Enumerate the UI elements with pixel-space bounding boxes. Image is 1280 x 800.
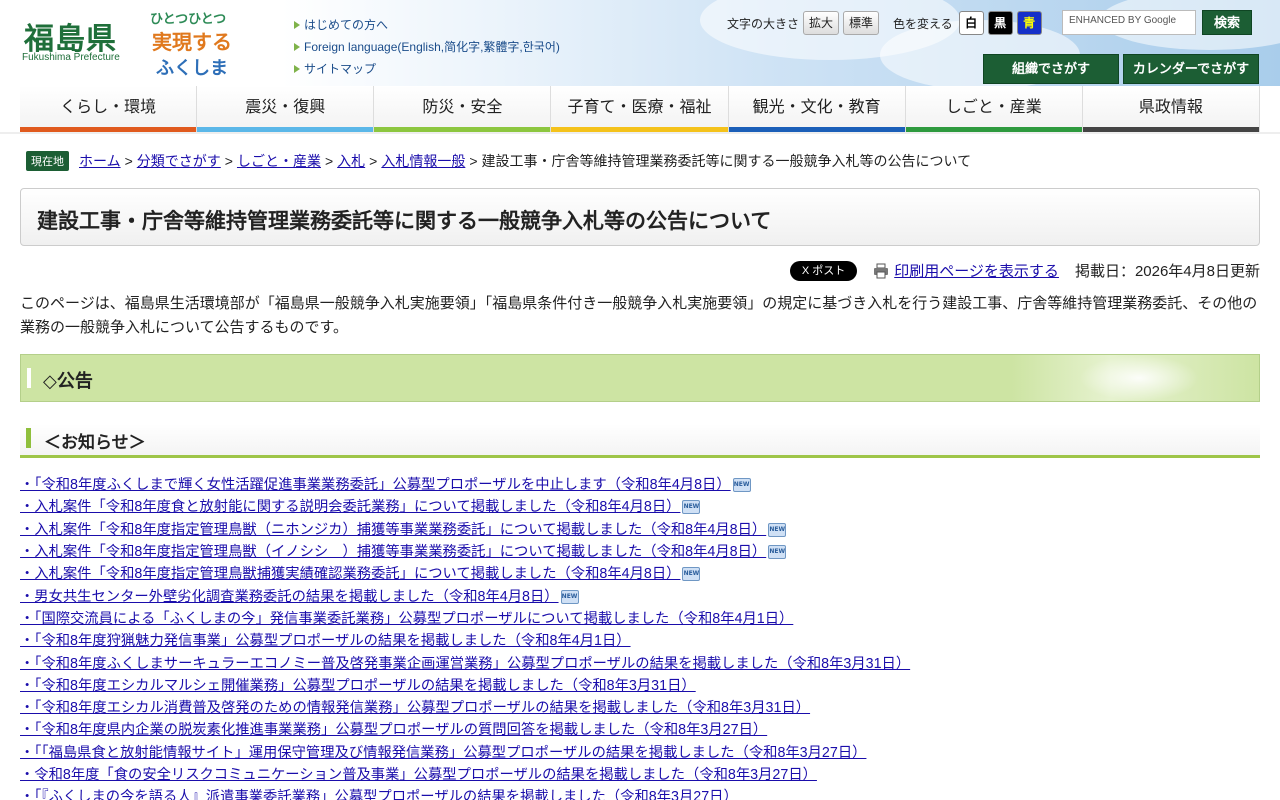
breadcrumb-separator: > — [369, 153, 378, 169]
breadcrumb-separator: > — [469, 153, 478, 169]
breadcrumb-badge: 現在地 — [26, 151, 69, 171]
notice-link[interactable]: ・「令和8年度エシカルマルシェ開催業務」公募型プロポーザルの結果を掲載しました（… — [20, 675, 696, 697]
heading-decoration — [1079, 355, 1199, 401]
notice-item: ・「令和8年度狩猟魅力発信事業」公募型プロポーザルの結果を掲載しました（令和8年… — [20, 630, 1260, 652]
nav-divider — [0, 132, 1280, 134]
notice-link[interactable]: ・「「福島県食と放射能情報サイト」運用保守管理及び情報発信業務」公募型プロポーザ… — [20, 742, 866, 764]
notice-link[interactable]: ・「国際交流員による「ふくしまの今」発信事業委託業務」公募型プロポーザルについて… — [20, 608, 793, 630]
global-nav-item[interactable]: 県政情報 — [1082, 86, 1260, 132]
published-date: 掲載日：2026年4月8日更新 — [1074, 263, 1260, 280]
breadcrumb-home-link[interactable]: ホーム — [79, 151, 121, 171]
notice-item: ・「令和8年度ふくしまサーキュラーエコノミー普及啓発事業企画運営業務」公募型プロ… — [20, 652, 1260, 674]
global-nav-item[interactable]: 子育て・医療・福祉 — [551, 86, 729, 132]
notice-item: ・「『ふくしまの今を語る人』派遣事業委託業務」公募型プロポーザルの結果を掲載しま… — [20, 786, 1260, 800]
color-blue-button[interactable]: 青 — [1016, 11, 1042, 35]
notice-item: ・入札案件「令和8年度指定管理鳥獣捕獲実績確認業務委託」について掲載しました（令… — [20, 563, 1260, 585]
global-nav: くらし・環境 震災・復興 防災・安全 子育て・医療・福祉 観光・文化・教育 しごと・産業県… — [20, 86, 1260, 132]
section-heading-text: ◇公告 — [43, 371, 93, 392]
foreign-language-link[interactable]: Foreign language(English,简化字,繁體字,한국어) — [294, 38, 560, 60]
slogan-line-3: ふくしま — [156, 58, 228, 79]
new-badge-icon: NEW — [768, 545, 787, 560]
notice-link[interactable]: ・「『ふくしまの今を語る人』派遣事業委託業務」公募型プロポーザルの結果を掲載しま… — [20, 786, 738, 800]
color-switcher: 色を変える 白 黒 青 — [893, 11, 1046, 35]
site-logo-subtitle: Fukushima Prefecture — [22, 52, 120, 63]
search-button[interactable]: 検索 — [1202, 10, 1252, 35]
notice-link[interactable]: ・入札案件「令和8年度指定管理鳥獣（イノシシ ）捕獲等事業業務委託」について掲載… — [20, 541, 766, 563]
sitemap-link[interactable]: サイトマップ — [294, 60, 560, 82]
search-by-organization-button[interactable]: 組織でさがす — [983, 54, 1119, 84]
slogan-line-1: ひとつひとつ — [150, 12, 227, 27]
site-header: 福島県 Fukushima Prefecture ひとつひとつ 実現する ふくし… — [0, 0, 1280, 90]
notice-link[interactable]: ・「令和8年度エシカル消費普及啓発のための情報発信業務」公募型プロポーザルの結果… — [20, 697, 810, 719]
breadcrumb-bidding-link[interactable]: 入札 — [337, 151, 365, 171]
notice-link[interactable]: ・男女共生センター外壁劣化調査業務委託の結果を掲載しました（令和8年4月8日） — [20, 586, 559, 608]
global-nav-item[interactable]: しごと・産業 — [905, 86, 1083, 132]
breadcrumb-current: 建設工事・庁舎等維持管理業務委託等に関する一般競争入札等の公告について — [481, 153, 972, 169]
color-black-button[interactable]: 黒 — [987, 11, 1013, 35]
notice-list: ・「令和8年度ふくしまで輝く女性活躍促進事業業務委託」公募型プロポーザルを中止し… — [20, 474, 1260, 800]
notice-link[interactable]: ・令和8年度「食の安全リスクコミュニケーション普及事業」公募型プロポーザルの結果… — [20, 764, 817, 786]
page-meta: X ポスト 印刷用ページを表示する 掲載日：2026年4月8日更新 — [789, 260, 1260, 281]
notice-item: ・男女共生センター外壁劣化調査業務委託の結果を掲載しました（令和8年4月8日） N… — [20, 585, 1260, 607]
slogan-logo: ひとつひとつ 実現する ふくしま — [150, 8, 246, 79]
breadcrumb-category-link[interactable]: 分類でさがす — [137, 151, 221, 171]
notice-link[interactable]: ・入札案件「令和8年度指定管理鳥獣捕獲実績確認業務委託」について掲載しました（令… — [20, 563, 680, 585]
global-nav-item[interactable]: 防災・安全 — [374, 86, 552, 132]
notice-item: ・「令和8年度県内企業の脱炭素化推進事業業務」公募型プロポーザルの質問回答を掲載… — [20, 719, 1260, 741]
page-title: 建設工事・庁舎等維持管理業務委託等に関する一般競争入札等の公告について — [37, 209, 772, 233]
global-nav-item[interactable]: 観光・文化・教育 — [728, 86, 906, 132]
breadcrumb-separator: > — [324, 153, 334, 169]
notice-item: ・「令和8年度エシカルマルシェ開催業務」公募型プロポーザルの結果を掲載しました（… — [20, 675, 1260, 697]
first-visit-link[interactable]: はじめての方へ — [294, 16, 560, 38]
notice-link[interactable]: ・入札案件「令和8年度食と放射能に関する説明会委託業務」について掲載しました（令… — [20, 496, 680, 518]
x-post-button[interactable]: X ポスト — [789, 260, 858, 281]
breadcrumb-work-industry-link[interactable]: しごと・産業 — [237, 151, 321, 171]
new-badge-icon: NEW — [768, 522, 787, 537]
new-badge-icon: NEW — [560, 589, 579, 604]
notice-item: ・入札案件「令和8年度指定管理鳥獣（イノシシ ）捕獲等事業業務委託」について掲載… — [20, 541, 1260, 563]
notice-item: ・「国際交流員による「ふくしまの今」発信事業委託業務」公募型プロポーザルについて… — [20, 608, 1260, 630]
new-badge-icon: NEW — [682, 567, 701, 582]
text-size-enlarge-button[interactable]: 拡大 — [803, 11, 840, 35]
section-heading-announcements: ◇公告 — [20, 354, 1260, 402]
notice-link[interactable]: ・入札案件「令和8年度指定管理鳥獣（ニホンジカ）捕獲等事業業務委託」について掲載… — [20, 519, 766, 541]
notice-item: ・「令和8年度ふくしまで輝く女性活躍促進事業業務委託」公募型プロポーザルを中止し… — [20, 474, 1260, 496]
notice-item: ・「令和8年度エシカル消費普及啓発のための情報発信業務」公募型プロポーザルの結果… — [20, 697, 1260, 719]
notice-link[interactable]: ・「令和8年度ふくしまで輝く女性活躍促進事業業務委託」公募型プロポーザルを中止し… — [20, 474, 731, 496]
global-nav-item[interactable]: くらし・環境 — [20, 86, 198, 132]
notice-link[interactable]: ・「令和8年度県内企業の脱炭素化推進事業業務」公募型プロポーザルの質問回答を掲載… — [20, 719, 767, 741]
slogan-line-2: 実現する — [152, 30, 232, 54]
notice-item: ・令和8年度「食の安全リスクコミュニケーション普及事業」公募型プロポーザルの結果… — [20, 764, 1260, 786]
search-input[interactable]: ENHANCED BY Google — [1062, 10, 1196, 35]
notice-item: ・「「福島県食と放射能情報サイト」運用保守管理及び情報発信業務」公募型プロポーザ… — [20, 742, 1260, 764]
header-links: はじめての方へ Foreign language(English,简化字,繁體字… — [294, 16, 560, 82]
accessibility-controls: 文字の大きさ 拡大 標準 色を変える 白 黒 青 — [727, 11, 1046, 35]
print-page-link[interactable]: 印刷用ページを表示する — [894, 260, 1059, 281]
subsection-heading-notices: ＜お知らせ＞ — [20, 424, 1260, 458]
breadcrumb-separator: > — [224, 153, 233, 169]
page-intro: このページは、福島県生活環境部が「福島県一般競争入札実施要領」「福島県条件付き一… — [20, 295, 1258, 336]
notice-link[interactable]: ・「令和8年度狩猟魅力発信事業」公募型プロポーザルの結果を掲載しました（令和8年… — [20, 630, 631, 652]
subsection-heading-text: ＜お知らせ＞ — [44, 433, 146, 453]
new-badge-icon: NEW — [682, 500, 701, 515]
notice-link[interactable]: ・「令和8年度ふくしまサーキュラーエコノミー普及啓発事業企画運営業務」公募型プロ… — [20, 653, 910, 675]
site-search: ENHANCED BY Google 検索 — [1062, 10, 1252, 35]
color-white-button[interactable]: 白 — [958, 11, 984, 35]
text-size-standard-button[interactable]: 標準 — [843, 11, 880, 35]
color-label: 色を変える — [893, 16, 953, 31]
breadcrumb-separator: > — [124, 153, 133, 169]
header-nav-buttons: 組織でさがす カレンダーでさがす — [983, 54, 1263, 84]
global-nav-item[interactable]: 震災・復興 — [197, 86, 375, 132]
text-size-label: 文字の大きさ — [727, 16, 800, 31]
search-by-calendar-button[interactable]: カレンダーでさがす — [1123, 54, 1259, 84]
breadcrumb: 現在地 ホーム > 分類でさがす > しごと・産業 > 入札 > 入札情報一般 … — [26, 151, 971, 171]
notice-item: ・入札案件「令和8年度食と放射能に関する説明会委託業務」について掲載しました（令… — [20, 496, 1260, 518]
page-title-box: 建設工事・庁舎等維持管理業務委託等に関する一般競争入札等の公告について — [20, 188, 1260, 246]
printer-icon — [874, 263, 889, 278]
new-badge-icon: NEW — [732, 478, 751, 493]
breadcrumb-bidding-general-link[interactable]: 入札情報一般 — [381, 151, 465, 171]
notice-item: ・入札案件「令和8年度指定管理鳥獣（ニホンジカ）捕獲等事業業務委託」について掲載… — [20, 519, 1260, 541]
